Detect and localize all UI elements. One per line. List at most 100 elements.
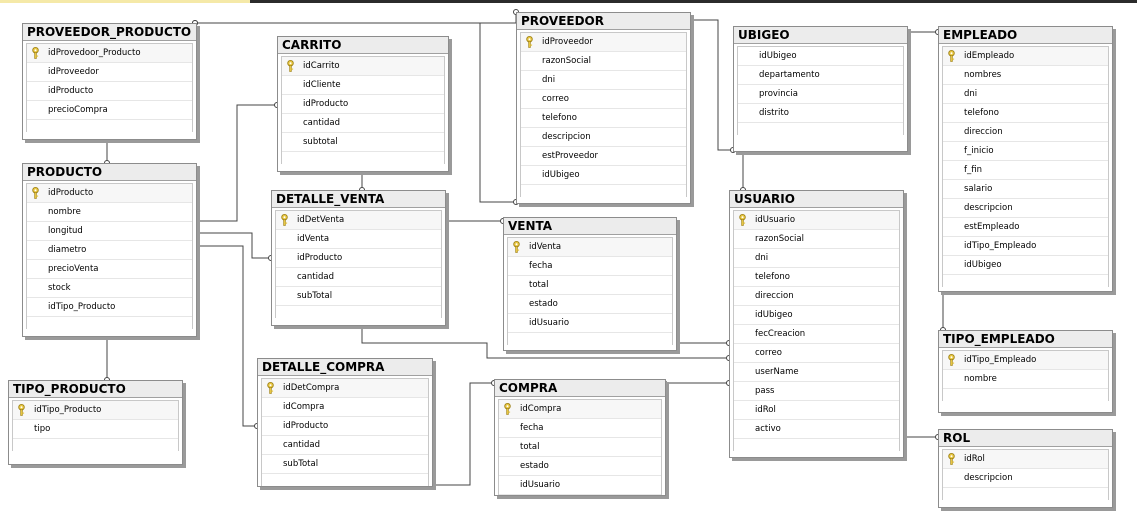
table-title[interactable]: PRODUCTO bbox=[23, 164, 196, 181]
column-row[interactable]: idUbigeo bbox=[943, 256, 1108, 275]
table-ubigeo[interactable]: UBIGEO idUbigeo departamento provincia distr… bbox=[733, 26, 908, 152]
column-row[interactable]: idTipo_Empleado bbox=[943, 237, 1108, 256]
column-row[interactable]: f_inicio bbox=[943, 142, 1108, 161]
column-row[interactable]: f_fin bbox=[943, 161, 1108, 180]
table-venta[interactable]: VENTA idVenta fecha total estado idUsuario bbox=[503, 217, 677, 351]
column-row[interactable]: dni bbox=[943, 85, 1108, 104]
column-row[interactable]: idTipo_Producto bbox=[13, 401, 178, 420]
column-row[interactable]: idDetVenta bbox=[276, 211, 441, 230]
column-row[interactable]: idUsuario bbox=[508, 314, 672, 333]
column-row[interactable]: idProveedor bbox=[521, 33, 686, 52]
table-title[interactable]: DETALLE_COMPRA bbox=[258, 359, 432, 376]
column-row[interactable]: idCliente bbox=[282, 76, 444, 95]
table-title[interactable]: COMPRA bbox=[495, 380, 665, 397]
column-row[interactable]: idCompra bbox=[262, 398, 428, 417]
column-row[interactable]: telefono bbox=[734, 268, 899, 287]
table-title[interactable]: DETALLE_VENTA bbox=[272, 191, 445, 208]
relationship-line[interactable] bbox=[195, 12, 517, 24]
column-row[interactable]: subtotal bbox=[282, 133, 444, 152]
column-row[interactable]: estado bbox=[499, 457, 661, 476]
table-title[interactable]: PROVEEDOR bbox=[517, 13, 690, 30]
column-row[interactable]: idProducto bbox=[282, 95, 444, 114]
table-detalle-venta[interactable]: DETALLE_VENTA idDetVenta idVenta idProducto… bbox=[271, 190, 446, 326]
column-row[interactable]: direccion bbox=[943, 123, 1108, 142]
table-usuario[interactable]: USUARIO idUsuario razonSocial dni telefono di… bbox=[729, 190, 904, 458]
table-title[interactable]: USUARIO bbox=[730, 191, 903, 208]
column-row[interactable]: descripcion bbox=[521, 128, 686, 147]
column-row[interactable]: idCompra bbox=[499, 400, 661, 419]
table-carrito[interactable]: CARRITO idCarrito idCliente idProducto canti… bbox=[277, 36, 449, 172]
column-row[interactable]: provincia bbox=[738, 85, 903, 104]
column-row[interactable]: idDetCompra bbox=[262, 379, 428, 398]
column-row[interactable]: razonSocial bbox=[521, 52, 686, 71]
column-row[interactable]: pass bbox=[734, 382, 899, 401]
column-row[interactable]: estado bbox=[508, 295, 672, 314]
table-proveedor-producto[interactable]: PROVEEDOR_PRODUCTO idProvedoor_Productoid… bbox=[22, 23, 197, 140]
table-title[interactable]: TIPO_PRODUCTO bbox=[9, 381, 182, 398]
relationship-line[interactable] bbox=[431, 382, 494, 486]
table-compra[interactable]: COMPRA idCompra fecha total estado idUsuario bbox=[494, 379, 666, 496]
column-row[interactable]: cantidad bbox=[282, 114, 444, 133]
column-row[interactable]: total bbox=[499, 438, 661, 457]
column-row[interactable]: diametro bbox=[27, 241, 192, 260]
column-row[interactable]: longitud bbox=[27, 222, 192, 241]
table-title[interactable]: UBIGEO bbox=[734, 27, 907, 44]
column-row[interactable]: fecha bbox=[508, 257, 672, 276]
column-row[interactable]: estEmpleado bbox=[943, 218, 1108, 237]
column-row[interactable]: userName bbox=[734, 363, 899, 382]
table-title[interactable]: TIPO_EMPLEADO bbox=[939, 331, 1112, 348]
column-row[interactable]: descripcion bbox=[943, 199, 1108, 218]
column-row[interactable]: departamento bbox=[738, 66, 903, 85]
column-row[interactable]: subTotal bbox=[276, 287, 441, 306]
column-row[interactable]: idRol bbox=[734, 401, 899, 420]
column-row[interactable]: idTipo_Empleado bbox=[943, 351, 1108, 370]
table-title[interactable]: ROL bbox=[939, 430, 1112, 447]
column-row[interactable]: idProducto bbox=[262, 417, 428, 436]
relationship-line[interactable] bbox=[195, 245, 257, 427]
column-row[interactable]: telefono bbox=[943, 104, 1108, 123]
column-row[interactable]: idEmpleado bbox=[943, 47, 1108, 66]
table-detalle-compra[interactable]: DETALLE_COMPRA idDetCompra idCompra idProdu… bbox=[257, 358, 433, 487]
column-row[interactable]: fecCreacion bbox=[734, 325, 899, 344]
column-row[interactable]: nombre bbox=[943, 370, 1108, 389]
column-row[interactable]: telefono bbox=[521, 109, 686, 128]
column-row[interactable]: dni bbox=[734, 249, 899, 268]
column-row[interactable]: idVenta bbox=[276, 230, 441, 249]
table-title[interactable]: CARRITO bbox=[278, 37, 448, 54]
column-row[interactable]: idProducto bbox=[27, 82, 192, 101]
table-rol[interactable]: ROL idRol descripcion bbox=[938, 429, 1113, 508]
column-row[interactable]: nombres bbox=[943, 66, 1108, 85]
column-row[interactable]: idTipo_Producto bbox=[27, 298, 192, 317]
column-row[interactable]: subTotal bbox=[262, 455, 428, 474]
column-row[interactable]: idVenta bbox=[508, 238, 672, 257]
column-row[interactable]: idUbigeo bbox=[738, 47, 903, 66]
column-row[interactable]: descripcion bbox=[943, 469, 1108, 488]
table-tipo-producto[interactable]: TIPO_PRODUCTO idTipo_Producto tipo bbox=[8, 380, 183, 465]
column-row[interactable]: idProducto bbox=[27, 184, 192, 203]
column-row[interactable]: idRol bbox=[943, 450, 1108, 469]
relationship-line[interactable] bbox=[195, 104, 277, 222]
column-row[interactable]: idCarrito bbox=[282, 57, 444, 76]
column-row[interactable]: idProducto bbox=[276, 249, 441, 268]
table-producto[interactable]: PRODUCTO idProducto nombre longitud diametro… bbox=[22, 163, 197, 337]
column-row[interactable]: total bbox=[508, 276, 672, 295]
column-row[interactable]: stock bbox=[27, 279, 192, 298]
column-row[interactable]: distrito bbox=[738, 104, 903, 123]
column-row[interactable]: precioVenta bbox=[27, 260, 192, 279]
table-proveedor[interactable]: PROVEEDOR idProveedor razonSocial dni correo… bbox=[516, 12, 691, 204]
column-row[interactable]: idUsuario bbox=[499, 476, 661, 495]
column-row[interactable]: precioCompra bbox=[27, 101, 192, 120]
column-row[interactable]: estProveedor bbox=[521, 147, 686, 166]
column-row[interactable]: salario bbox=[943, 180, 1108, 199]
column-row[interactable]: cantidad bbox=[276, 268, 441, 287]
column-row[interactable]: idUbigeo bbox=[521, 166, 686, 185]
column-row[interactable]: cantidad bbox=[262, 436, 428, 455]
relationship-line[interactable] bbox=[689, 19, 733, 151]
column-row[interactable]: idUbigeo bbox=[734, 306, 899, 325]
column-row[interactable]: activo bbox=[734, 420, 899, 439]
column-row[interactable]: razonSocial bbox=[734, 230, 899, 249]
table-title[interactable]: PROVEEDOR_PRODUCTO bbox=[23, 24, 196, 41]
table-tipo-empleado[interactable]: TIPO_EMPLEADO idTipo_Empleado nombre bbox=[938, 330, 1113, 413]
table-empleado[interactable]: EMPLEADO idEmpleado nombres dni telefono dire… bbox=[938, 26, 1113, 292]
column-row[interactable]: idProvedoor_Producto bbox=[27, 44, 192, 63]
